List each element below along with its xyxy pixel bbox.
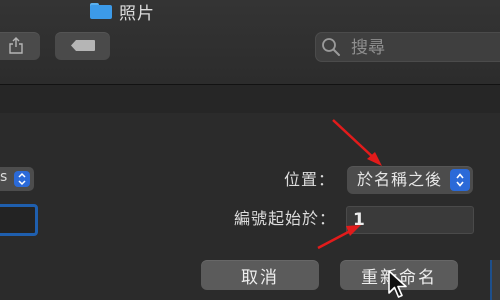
format-stepper[interactable] — [14, 171, 30, 187]
window-title: 照片 — [90, 0, 155, 24]
position-label: 位置： — [284, 170, 336, 189]
position-select[interactable]: 於名稱之後 — [347, 166, 473, 194]
search-icon — [322, 38, 340, 56]
start-number-field[interactable] — [346, 206, 474, 234]
position-stepper[interactable] — [450, 169, 470, 191]
finder-toolbar: 照片 — [0, 0, 500, 84]
share-button[interactable] — [0, 32, 40, 60]
share-icon — [9, 37, 23, 54]
tag-button[interactable] — [55, 32, 110, 60]
stepper-icon — [18, 172, 26, 186]
search-field[interactable] — [315, 32, 500, 62]
scrollbar[interactable] — [490, 260, 500, 300]
format-select-value: s — [0, 169, 8, 185]
custom-format-field[interactable] — [0, 204, 38, 236]
rename-button[interactable]: 重新命名 — [340, 260, 458, 290]
search-input[interactable] — [349, 34, 500, 62]
position-select-value: 於名稱之後 — [357, 170, 443, 189]
folder-icon — [90, 3, 112, 19]
cancel-button[interactable]: 取消 — [201, 260, 319, 290]
tag-icon — [71, 40, 95, 51]
column-header-band — [0, 85, 500, 113]
folder-name: 照片 — [119, 3, 155, 24]
start-number-label: 編號起始於： — [234, 209, 337, 228]
stepper-icon — [456, 173, 464, 187]
format-select[interactable]: s — [0, 167, 34, 191]
rename-finder-window: 照片 s — [0, 0, 500, 300]
